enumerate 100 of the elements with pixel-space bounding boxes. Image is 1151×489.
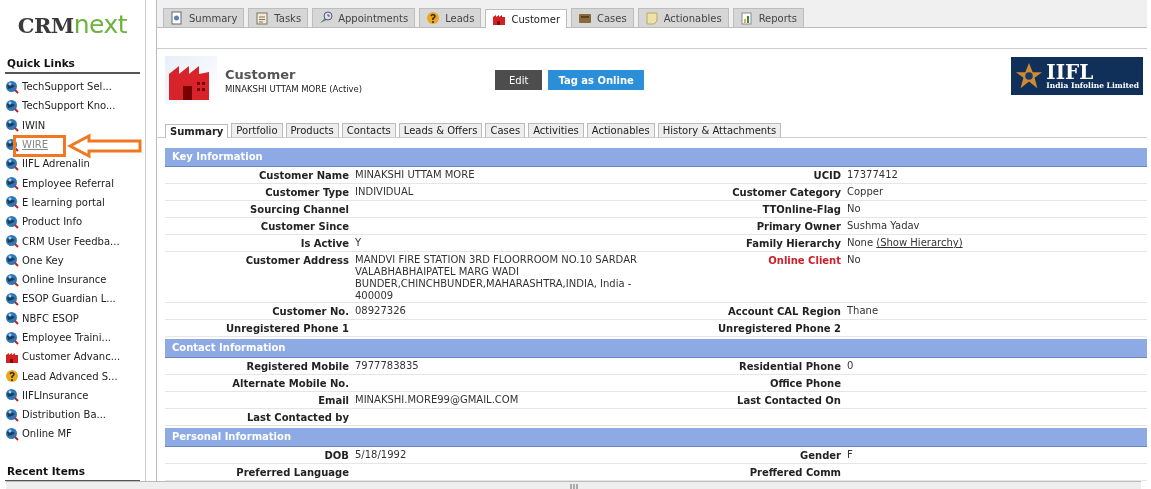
globe-icon — [5, 156, 19, 171]
quick-link[interactable]: Employee Referral — [5, 174, 114, 192]
quick-link[interactable]: IIFLInsurance — [5, 386, 89, 405]
field-label: Email — [317, 394, 350, 408]
quick-link[interactable]: IWIN — [5, 116, 46, 134]
field-label: Office Phone — [768, 377, 842, 391]
quick-link[interactable]: IIFL Adrenalin — [5, 155, 90, 173]
quick-link[interactable]: ESOP Guardian L... — [5, 290, 116, 308]
field-label: Customer Name — [258, 169, 350, 183]
field-label: Gender — [799, 449, 842, 463]
quick-link[interactable]: CRM User Feedba... — [5, 232, 120, 250]
folder-icon — [578, 11, 592, 25]
globe-icon — [5, 79, 19, 94]
horizontal-scrollbar[interactable] — [6, 481, 1141, 489]
quick-link[interactable]: Lead Advanced S... — [5, 367, 118, 385]
globe-icon — [5, 195, 19, 210]
grip-icon[interactable] — [569, 483, 578, 489]
section-tab[interactable]: Products — [285, 123, 339, 137]
nav-tab[interactable]: Reports — [732, 8, 804, 27]
globe-icon — [5, 311, 19, 326]
field-value: Sushma Yadav — [847, 220, 920, 231]
clipboard-icon — [255, 11, 270, 25]
field-value: INDIVIDUAL — [355, 186, 414, 197]
field-value: No — [847, 254, 861, 265]
quick-link[interactable]: Customer Advanc... — [5, 348, 121, 366]
field-label: Customer No. — [271, 305, 350, 319]
quick-link[interactable]: TechSupport Sel... — [5, 78, 112, 96]
field-label: Sourcing Channel — [249, 203, 350, 217]
field-label: Customer Type — [264, 186, 350, 200]
globe-icon — [5, 291, 19, 306]
field-label: DOB — [323, 449, 350, 463]
globe-icon — [5, 118, 19, 133]
field-value: F — [847, 449, 853, 460]
globe-icon — [5, 214, 19, 229]
show-hierarchy-link[interactable]: (Show Hierarchy) — [876, 237, 963, 248]
section-tab[interactable]: Portfolio — [231, 123, 283, 137]
quick-link[interactable]: TechSupport Kno... — [5, 97, 116, 115]
globe-icon — [5, 98, 19, 113]
section-tab[interactable]: Cases — [485, 123, 526, 137]
section-tab[interactable]: Actionables — [586, 123, 655, 137]
field-label: UCID — [812, 169, 842, 183]
highlight-box — [13, 135, 66, 157]
field-value: Copper — [847, 186, 884, 197]
section-tab[interactable]: Contacts — [341, 123, 396, 137]
question-icon — [426, 11, 441, 25]
globe-icon — [5, 388, 19, 403]
globe-icon — [5, 137, 19, 152]
quick-link[interactable]: One Key — [5, 251, 64, 269]
quick-link[interactable]: WIRE — [5, 135, 49, 154]
quick-link[interactable]: NBFC ESOP — [5, 309, 79, 327]
section-header: Contact Information — [165, 339, 1147, 358]
document-icon — [170, 11, 184, 25]
field-label: Is Active — [299, 237, 350, 251]
nav-tab[interactable]: Cases — [571, 8, 634, 27]
quick-link[interactable]: Online MF — [5, 425, 72, 443]
factory-icon — [165, 56, 217, 105]
field-label: Preffered Comm — [748, 466, 842, 480]
nav-tab[interactable]: Appointments — [312, 8, 416, 27]
nav-tab[interactable]: Tasks — [248, 8, 309, 27]
crmnext-logo: CRMnext — [17, 9, 128, 41]
field-value: MINAKSHI.MORE99@GMAIL.COM — [355, 394, 519, 405]
sidebar-heading: Quick Links — [5, 51, 140, 74]
field-label: Alternate Mobile No. — [231, 377, 350, 391]
globe-icon — [5, 330, 19, 345]
edit-button[interactable]: Edit — [495, 70, 543, 91]
globe-icon — [5, 176, 19, 191]
quick-link[interactable]: E learning portal — [5, 193, 105, 212]
field-label: Last Contacted On — [736, 394, 842, 408]
section-tab[interactable]: Summary — [165, 124, 229, 138]
field-value: Thane — [847, 305, 879, 316]
globe-icon — [5, 272, 19, 287]
clock-icon — [319, 11, 334, 25]
field-label: Family Hierarchy — [744, 237, 842, 251]
field-value: 5/18/1992 — [355, 449, 407, 460]
field-value: Y — [355, 237, 362, 248]
quick-link[interactable]: Product Info — [5, 213, 83, 231]
field-label: Customer Since — [259, 220, 350, 234]
field-label: Residential Phone — [738, 360, 842, 374]
quick-link[interactable]: Online Insurance — [5, 270, 107, 289]
field-label: Customer Address — [244, 254, 350, 268]
nav-tab[interactable]: Customer — [485, 9, 567, 28]
factory-icon — [492, 12, 507, 26]
page-title: Customer — [225, 66, 297, 82]
field-label: Unregistered Phone 1 — [224, 322, 350, 336]
nav-tab[interactable]: Actionables — [637, 8, 729, 27]
page-subtitle: MINAKSHI UTTAM MORE (Active) — [225, 83, 364, 94]
section-tab[interactable]: Activities — [528, 123, 584, 137]
field-value: 08927326 — [355, 305, 406, 316]
field-value: 17377412 — [847, 169, 898, 180]
section-tab[interactable]: History & Attachments — [657, 123, 782, 137]
nav-tab[interactable]: Summary — [163, 8, 245, 27]
quick-link[interactable]: Distribution Ba... — [5, 406, 107, 424]
nav-tab[interactable]: Leads — [419, 8, 482, 27]
field-label: Preferred Language — [235, 466, 350, 480]
note-icon — [644, 11, 659, 25]
globe-icon — [5, 407, 19, 422]
field-label: Last Contacted by — [246, 411, 350, 425]
field-value: 0 — [847, 360, 854, 371]
quick-link[interactable]: Employee Traini... — [5, 328, 111, 347]
section-tab[interactable]: Leads & Offers — [398, 123, 483, 137]
